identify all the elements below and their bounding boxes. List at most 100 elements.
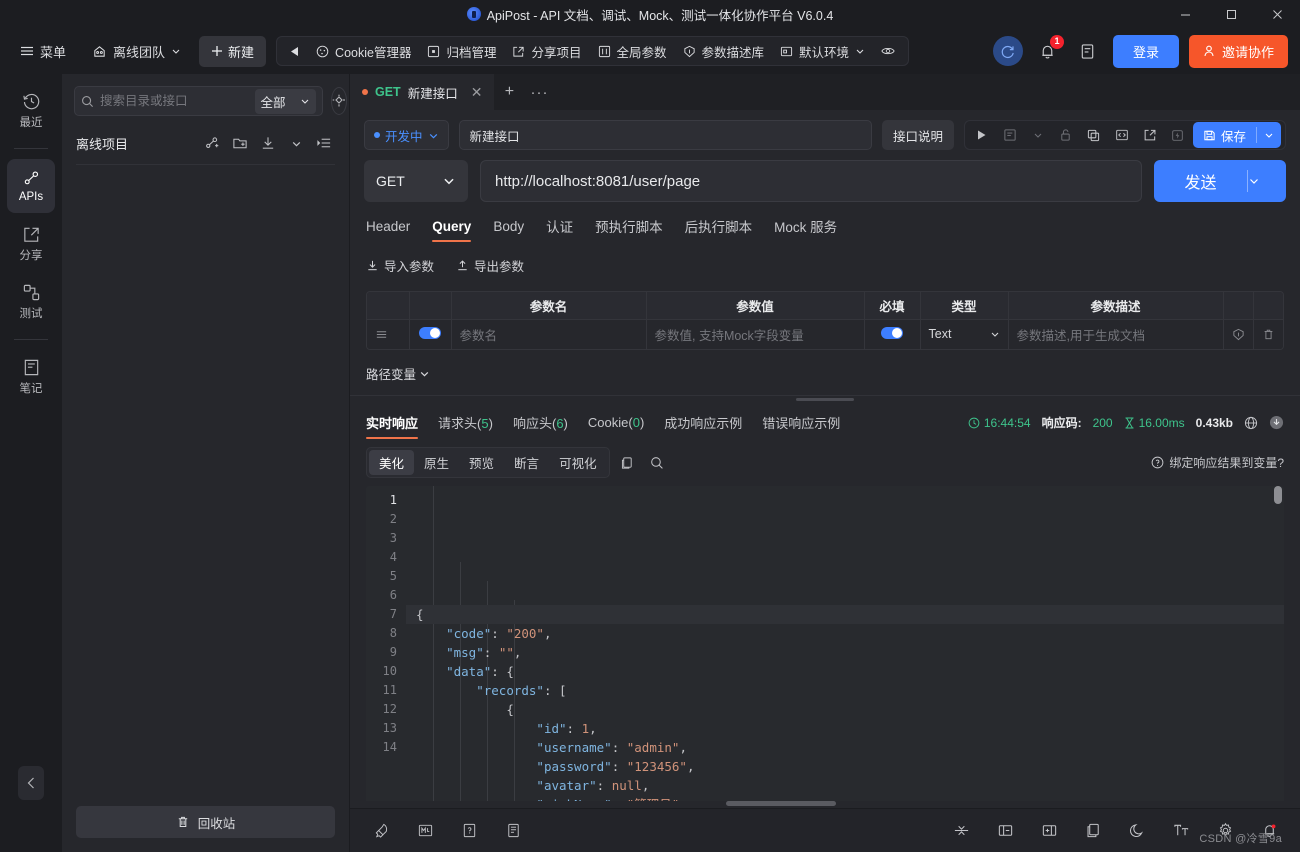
send-dropdown-icon[interactable] (1248, 175, 1286, 187)
markdown-icon[interactable] (414, 820, 436, 842)
login-button[interactable]: 登录 (1112, 34, 1179, 68)
panel-splitter[interactable] (350, 395, 1300, 405)
server-icon[interactable] (502, 820, 524, 842)
invite-collaborate-button[interactable]: 邀请协作 (1188, 34, 1288, 68)
font-size-icon[interactable] (1170, 820, 1192, 842)
tab-auth[interactable]: 认证 (546, 216, 573, 244)
duplicate-icon[interactable] (1081, 123, 1107, 147)
nav-item-cookie-manager[interactable]: Cookie管理器 (309, 39, 418, 64)
lock-icon[interactable] (1053, 123, 1079, 147)
sidebar-item-share[interactable]: 分享 (7, 217, 55, 271)
changelog-button[interactable] (1073, 36, 1103, 66)
new-button[interactable]: 新建 (199, 35, 267, 67)
cell-required-toggle[interactable] (864, 319, 921, 349)
search-box[interactable]: 全部 (74, 86, 323, 116)
search-input[interactable] (100, 94, 249, 108)
nav-item-param-library[interactable]: 参数描述库 (676, 39, 772, 64)
nav-item-share-project[interactable]: 分享项目 (505, 39, 588, 64)
rocket-icon[interactable] (370, 820, 392, 842)
format-raw[interactable]: 原生 (414, 450, 459, 475)
row-enabled-toggle[interactable] (409, 319, 452, 349)
import-params-button[interactable]: 导入参数 (366, 256, 434, 275)
close-button[interactable] (1254, 0, 1300, 28)
layout-left-icon[interactable] (994, 820, 1016, 842)
row-drag-handle[interactable] (367, 319, 410, 349)
api-status-select[interactable]: 开发中 (364, 120, 449, 150)
enabled-switch[interactable] (419, 326, 441, 339)
new-tab-button[interactable]: + (494, 74, 524, 110)
response-tab-realtime[interactable]: 实时响应 (366, 413, 419, 439)
editor-tab[interactable]: GET 新建接口 ✕ (350, 74, 495, 110)
run-icon[interactable] (969, 123, 995, 147)
tab-mock-service[interactable]: Mock 服务 (774, 216, 837, 244)
copy-response-icon[interactable] (614, 451, 640, 475)
nav-item-archive[interactable]: 归档管理 (420, 39, 503, 64)
download-response-icon[interactable] (1269, 415, 1284, 430)
maximize-button[interactable] (1208, 0, 1254, 28)
back-button[interactable] (283, 43, 307, 60)
copy-panel-icon[interactable] (1082, 820, 1104, 842)
cell-type-select[interactable]: Text (920, 319, 1009, 349)
cell-param-description[interactable]: 参数描述,用于生成文档 (1008, 319, 1224, 349)
path-variable-toggle[interactable]: 路径变量 (350, 350, 1300, 383)
tab-query[interactable]: Query (432, 219, 472, 242)
tab-header[interactable]: Header (366, 219, 410, 242)
cell-param-name[interactable]: 参数名 (451, 319, 647, 349)
sync-button[interactable] (992, 36, 1023, 66)
close-tab-icon[interactable]: ✕ (471, 84, 483, 101)
required-switch[interactable] (881, 326, 903, 339)
cell-param-value[interactable]: 参数值, 支持Mock字段变量 (646, 319, 865, 349)
http-method-select[interactable]: GET (364, 160, 468, 202)
doc-dropdown-icon[interactable] (1025, 123, 1051, 147)
help-doc-icon[interactable] (458, 820, 480, 842)
flash-icon[interactable] (1165, 123, 1191, 147)
import-dropdown-icon[interactable] (285, 132, 307, 154)
search-filter-select[interactable]: 全部 (254, 88, 316, 114)
response-tab-response-headers[interactable]: 响应头(6) (513, 413, 568, 439)
response-tab-request-headers[interactable]: 请求头(5) (438, 413, 493, 439)
preview-eye-button[interactable] (874, 42, 902, 60)
code-vertical-scrollbar[interactable] (1274, 486, 1282, 801)
search-response-icon[interactable] (644, 451, 670, 475)
format-visualize[interactable]: 可视化 (549, 450, 607, 475)
nav-item-environment[interactable]: 默认环境 (773, 39, 872, 64)
collapse-sidebar-button[interactable] (18, 766, 44, 800)
row-param-library-icon[interactable] (1223, 319, 1254, 349)
response-tab-cookie[interactable]: Cookie(0) (588, 415, 644, 437)
save-button[interactable]: 保存 (1192, 122, 1281, 148)
format-preview[interactable]: 预览 (459, 450, 504, 475)
tab-pre-script[interactable]: 预执行脚本 (595, 216, 663, 244)
code-content[interactable]: { "code": "200", "msg": "", "data": { "r… (406, 486, 1284, 801)
sidebar-item-recent[interactable]: 最近 (7, 84, 55, 138)
response-tab-success-example[interactable]: 成功响应示例 (664, 413, 742, 439)
url-input[interactable]: http://localhost:8081/user/page (480, 160, 1142, 202)
dark-mode-icon[interactable] (1126, 820, 1148, 842)
nav-item-global-params[interactable]: 全局参数 (591, 39, 674, 64)
network-icon[interactable] (1244, 416, 1258, 430)
format-assert[interactable]: 断言 (504, 450, 549, 475)
doc-icon[interactable] (997, 123, 1023, 147)
import-icon[interactable] (257, 132, 279, 154)
api-name-input[interactable]: 新建接口 (458, 120, 872, 150)
sidebar-item-test[interactable]: 测试 (7, 275, 55, 329)
locate-api-button[interactable] (330, 87, 347, 115)
tab-body[interactable]: Body (493, 219, 524, 242)
collapse-all-icon[interactable] (950, 820, 972, 842)
scrollbar-thumb[interactable] (1274, 486, 1282, 504)
expand-collapse-tree-icon[interactable] (313, 132, 335, 154)
layout-right-icon[interactable] (1038, 820, 1060, 842)
api-description-button[interactable]: 接口说明 (881, 120, 954, 150)
response-tab-error-example[interactable]: 错误响应示例 (762, 413, 840, 439)
tab-post-script[interactable]: 后执行脚本 (685, 216, 753, 244)
sidebar-item-notes[interactable]: 笔记 (7, 350, 55, 404)
api-tree[interactable] (62, 165, 349, 806)
row-delete-icon[interactable] (1253, 319, 1283, 349)
tab-options-button[interactable]: ··· (524, 74, 554, 110)
add-folder-icon[interactable] (229, 132, 251, 154)
team-selector[interactable]: 离线团队 (84, 37, 189, 66)
export-params-button[interactable]: 导出参数 (456, 256, 524, 275)
recycle-bin-button[interactable]: 回收站 (76, 806, 335, 838)
send-button[interactable]: 发送 (1154, 160, 1286, 202)
code-horizontal-scrollbar[interactable] (366, 801, 1284, 808)
menu-button[interactable]: 菜单 (12, 37, 74, 66)
